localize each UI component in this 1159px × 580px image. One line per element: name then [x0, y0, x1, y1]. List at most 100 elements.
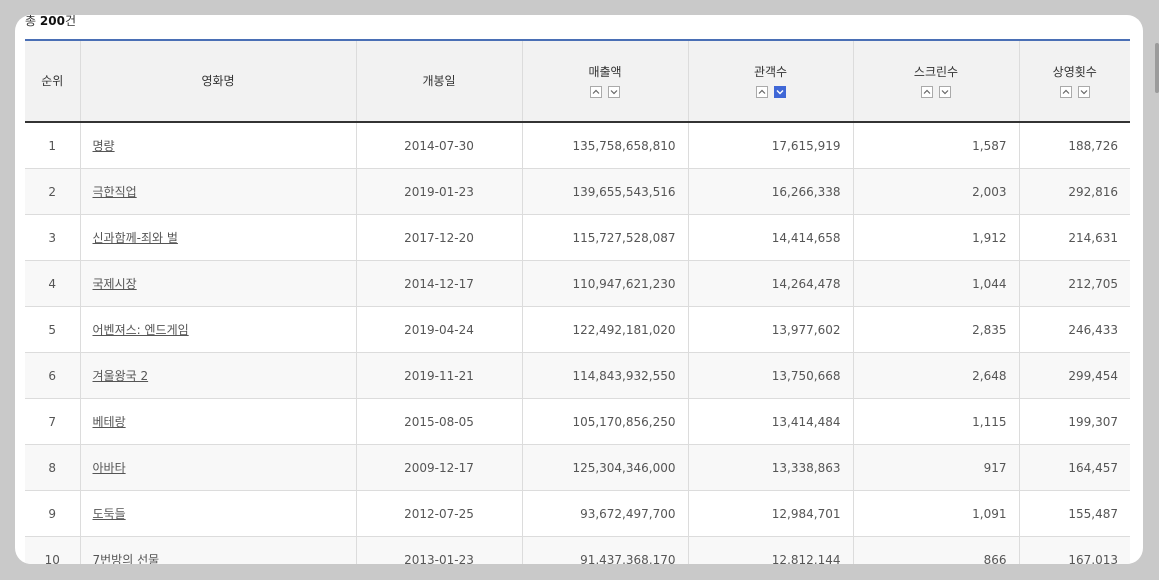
showings-cell: 188,726 — [1019, 122, 1130, 169]
screens-cell: 917 — [853, 444, 1020, 491]
showings-cell: 199,307 — [1019, 398, 1130, 445]
column-header-title: 영화명 — [80, 39, 357, 123]
movie-title-link[interactable]: 베테랑 — [93, 415, 126, 429]
boxoffice-table-wrap: 순위 영화명 개봉일 매출액 관객수 스크린수 상영횟수 1 명량 2014-0… — [25, 39, 1130, 564]
release-cell: 2019-01-23 — [356, 168, 523, 215]
release-cell: 2019-04-24 — [356, 306, 523, 353]
movie-title-link[interactable]: 명량 — [93, 139, 115, 153]
release-cell: 2009-12-17 — [356, 444, 523, 491]
audience-cell: 13,338,863 — [688, 444, 854, 491]
column-header-rank: 순위 — [25, 39, 81, 123]
sort-screens-desc-button[interactable] — [939, 86, 951, 98]
movie-title-link[interactable]: 아바타 — [93, 461, 126, 475]
table-header-row: 순위 영화명 개봉일 매출액 관객수 스크린수 상영횟수 — [25, 39, 1130, 123]
movie-title-link[interactable]: 어벤져스: 엔드게임 — [93, 323, 189, 337]
table-row: 7 베테랑 2015-08-05 105,170,856,250 13,414,… — [25, 398, 1130, 445]
screens-cell: 866 — [853, 536, 1020, 564]
title-cell: 베테랑 — [80, 398, 357, 445]
audience-cell: 14,414,658 — [688, 214, 854, 261]
movie-title-link[interactable]: 도둑들 — [93, 507, 126, 521]
sales-cell: 105,170,856,250 — [522, 398, 689, 445]
total-prefix: 총 — [25, 15, 37, 28]
title-cell: 7번방의 선물 — [80, 536, 357, 564]
showings-cell: 292,816 — [1019, 168, 1130, 215]
audience-cell: 17,615,919 — [688, 122, 854, 169]
sort-showings-asc-button[interactable] — [1059, 86, 1072, 98]
audience-cell: 12,984,701 — [688, 490, 854, 537]
sort-sales-desc-button[interactable] — [608, 86, 620, 98]
sales-cell: 114,843,932,550 — [522, 352, 689, 399]
table-row: 5 어벤져스: 엔드게임 2019-04-24 122,492,181,020 … — [25, 306, 1130, 353]
chevron-up-icon — [592, 89, 600, 94]
release-cell: 2015-08-05 — [356, 398, 523, 445]
rank-cell: 1 — [25, 122, 81, 169]
release-cell: 2012-07-25 — [356, 490, 523, 537]
release-cell: 2014-07-30 — [356, 122, 523, 169]
table-row: 6 겨울왕국 2 2019-11-21 114,843,932,550 13,7… — [25, 352, 1130, 399]
table-row: 4 국제시장 2014-12-17 110,947,621,230 14,264… — [25, 260, 1130, 307]
total-suffix: 건 — [64, 15, 76, 28]
movie-title-link[interactable]: 겨울왕국 2 — [93, 369, 149, 383]
sales-cell: 110,947,621,230 — [522, 260, 689, 307]
movie-title-link[interactable]: 국제시장 — [93, 277, 137, 291]
chevron-up-icon — [758, 89, 765, 94]
audience-cell: 14,264,478 — [688, 260, 854, 307]
table-row: 9 도둑들 2012-07-25 93,672,497,700 12,984,7… — [25, 490, 1130, 537]
table-row: 10 7번방의 선물 2013-01-23 91,437,368,170 12,… — [25, 536, 1130, 564]
release-cell: 2019-11-21 — [356, 352, 523, 399]
release-cell: 2017-12-20 — [356, 214, 523, 261]
boxoffice-table: 순위 영화명 개봉일 매출액 관객수 스크린수 상영횟수 1 명량 2014-0… — [25, 39, 1130, 564]
sort-sales-asc-button[interactable] — [590, 86, 602, 98]
screens-cell: 1,587 — [853, 122, 1020, 169]
sort-screens-asc-button[interactable] — [921, 86, 933, 98]
screens-cell: 2,003 — [853, 168, 1020, 215]
screens-cell: 1,115 — [853, 398, 1020, 445]
rank-cell: 3 — [25, 214, 81, 261]
showings-cell: 155,487 — [1019, 490, 1130, 537]
chevron-down-icon — [1080, 90, 1088, 95]
audience-cell: 13,750,668 — [688, 352, 854, 399]
sales-cell: 115,727,528,087 — [522, 214, 689, 261]
total-number: 200 — [39, 15, 65, 28]
release-cell: 2014-12-17 — [356, 260, 523, 307]
audience-cell: 13,414,484 — [688, 398, 854, 445]
title-cell: 어벤져스: 엔드게임 — [80, 306, 357, 353]
rank-cell: 8 — [25, 444, 81, 491]
title-cell: 명량 — [80, 122, 357, 169]
title-cell: 도둑들 — [80, 490, 357, 537]
movie-title-link[interactable]: 신과함께-죄와 벌 — [93, 231, 178, 245]
screens-cell: 1,044 — [853, 260, 1020, 307]
total-count: 총 200건 — [25, 15, 76, 29]
results-panel: 총 200건 순위 영화명 개봉일 매출액 관객수 스크린수 상영횟수 1 명량… — [15, 15, 1143, 564]
table-row: 2 극한직업 2019-01-23 139,655,543,516 16,266… — [25, 168, 1130, 215]
sales-cell: 122,492,181,020 — [522, 306, 689, 353]
table-row: 3 신과함께-죄와 벌 2017-12-20 115,727,528,087 1… — [25, 214, 1130, 261]
showings-cell: 212,705 — [1019, 260, 1130, 307]
rank-cell: 6 — [25, 352, 81, 399]
chevron-up-icon — [923, 89, 931, 94]
sort-audience-desc-button[interactable] — [773, 86, 786, 98]
column-header-showings: 상영횟수 — [1019, 39, 1130, 123]
rank-cell: 7 — [25, 398, 81, 445]
sales-cell: 91,437,368,170 — [522, 536, 689, 564]
sort-showings-desc-button[interactable] — [1077, 86, 1090, 98]
sales-cell: 93,672,497,700 — [522, 490, 689, 537]
chevron-down-icon — [610, 90, 618, 95]
movie-title-link[interactable]: 7번방의 선물 — [93, 553, 160, 564]
rank-cell: 2 — [25, 168, 81, 215]
chevron-down-icon — [941, 90, 949, 95]
audience-cell: 12,812,144 — [688, 536, 854, 564]
release-cell: 2013-01-23 — [356, 536, 523, 564]
showings-cell: 246,433 — [1019, 306, 1130, 353]
audience-cell: 13,977,602 — [688, 306, 854, 353]
chevron-up-icon — [1062, 89, 1070, 94]
showings-cell: 214,631 — [1019, 214, 1130, 261]
rank-cell: 4 — [25, 260, 81, 307]
page-scrollbar[interactable] — [1155, 43, 1159, 93]
movie-title-link[interactable]: 극한직업 — [93, 185, 137, 199]
screens-cell: 1,912 — [853, 214, 1020, 261]
sort-audience-asc-button[interactable] — [755, 86, 768, 98]
column-header-release: 개봉일 — [356, 39, 523, 123]
column-header-screens: 스크린수 — [853, 39, 1020, 123]
title-cell: 국제시장 — [80, 260, 357, 307]
